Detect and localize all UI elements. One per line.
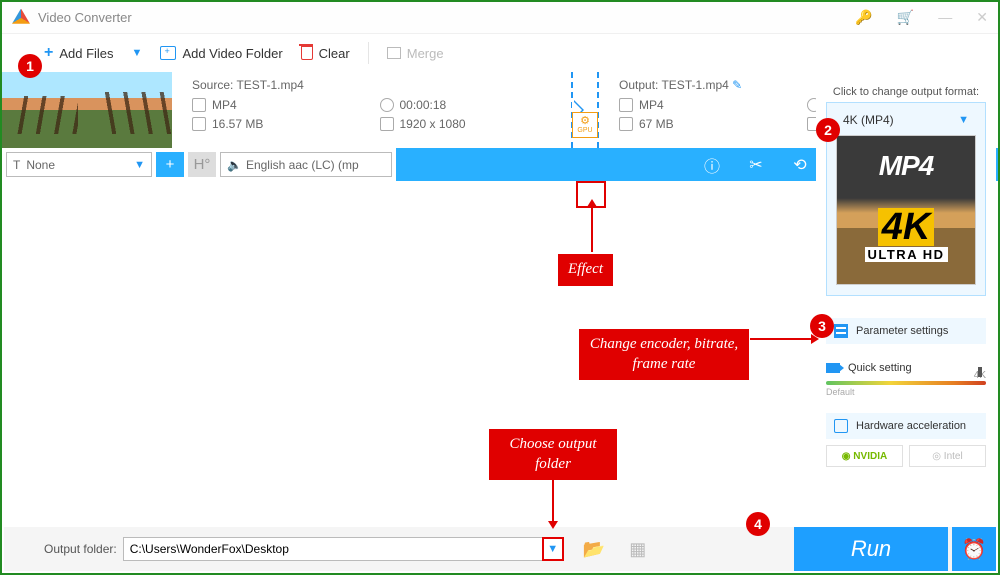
open-folder-icon[interactable]: ▦ — [624, 538, 652, 560]
merge-label: Merge — [407, 46, 444, 61]
audio-select[interactable]: 🔈 English aac (LC) (mp — [220, 152, 392, 177]
size-icon — [192, 117, 206, 131]
text-icon: T — [13, 158, 20, 172]
output-folder-input[interactable] — [123, 537, 543, 561]
add-folder-label: Add Video Folder — [182, 46, 282, 61]
annotation-marker-3: 3 — [810, 314, 834, 338]
video-thumbnail[interactable] — [2, 72, 172, 148]
merge-icon — [387, 47, 401, 59]
merge-button[interactable]: Merge — [387, 46, 444, 61]
add-files-button[interactable]: + Add Files ▼ — [44, 44, 142, 62]
chevron-down-icon: ▼ — [958, 114, 969, 126]
app-title: Video Converter — [38, 10, 132, 25]
format-icon — [192, 98, 206, 112]
schedule-icon[interactable]: ⏰ — [952, 527, 996, 571]
browse-folder-icon[interactable]: 📂 — [580, 538, 608, 560]
add-subtitle-button[interactable]: + — [156, 152, 184, 177]
arrow-output — [552, 476, 554, 522]
source-duration: 00:00:18 — [400, 98, 447, 112]
hardware-accel-toggle[interactable]: Hardware acceleration — [826, 413, 986, 439]
param-label: Parameter settings — [856, 325, 948, 337]
size-icon — [619, 117, 633, 131]
clear-label: Clear — [319, 46, 350, 61]
output-folder-dropdown[interactable]: ▼ — [542, 537, 564, 561]
slider-thumb[interactable] — [978, 367, 982, 377]
sliders-icon — [834, 324, 848, 338]
subtitle-value: None — [26, 158, 55, 172]
edit-output-icon[interactable]: ✎ — [732, 78, 742, 92]
output-header: Output: TEST-1.mp4 — [619, 78, 729, 92]
output-size: 67 MB — [639, 117, 674, 131]
callout-effect: Effect — [558, 254, 613, 286]
add-folder-button[interactable]: Add Video Folder — [160, 46, 282, 61]
callout-encoder: Change encoder, bitrate, frame rate — [579, 329, 749, 380]
nvidia-icon: ◉ — [842, 451, 851, 462]
close-icon[interactable]: ✕ — [976, 9, 988, 26]
chevron-down-icon: ▼ — [134, 159, 145, 171]
annotation-marker-2: 2 — [816, 118, 840, 142]
folder-plus-icon — [160, 46, 176, 60]
source-info: Source: TEST-1.mp4 MP4 00:00:18 16.57 MB… — [172, 72, 573, 148]
nvidia-chip[interactable]: ◉ NVIDIA — [826, 445, 903, 467]
source-resolution: 1920 x 1080 — [400, 117, 466, 131]
title-bar: Video Converter 🔑 🛒 — ✕ — [2, 2, 998, 34]
minimize-icon[interactable]: — — [938, 9, 952, 26]
format-preview: MP4 4K ULTRA HD — [836, 135, 976, 285]
app-logo-icon — [12, 9, 30, 27]
format-hint: Click to change output format: — [826, 86, 986, 98]
clock-icon — [380, 98, 394, 112]
key-icon[interactable]: 🔑 — [855, 9, 872, 26]
chip-icon — [834, 419, 848, 433]
run-button[interactable]: Run — [794, 527, 948, 571]
format-icon — [619, 98, 633, 112]
source-size: 16.57 MB — [212, 117, 263, 131]
speaker-icon: 🔈 — [227, 158, 242, 172]
arrow-effect — [591, 206, 593, 252]
output-folder-label: Output folder: — [44, 542, 117, 556]
plus-icon: + — [44, 44, 53, 62]
intel-chip[interactable]: ◎ Intel — [909, 445, 986, 467]
gpu-badge: GPU — [572, 112, 598, 138]
format-name: 4K (MP4) — [843, 113, 894, 127]
annotation-marker-4: 4 — [746, 512, 770, 536]
output-format-button[interactable]: 4K (MP4) ▼ MP4 4K ULTRA HD — [826, 102, 986, 296]
cart-icon[interactable]: 🛒 — [897, 9, 914, 26]
info-icon[interactable]: ⓘ — [690, 148, 734, 181]
subtitle-select[interactable]: T None ▼ — [6, 152, 152, 177]
toolbar-divider — [368, 42, 369, 64]
resolution-icon — [380, 117, 394, 131]
audio-value: English aac (LC) (mp — [246, 158, 359, 172]
add-files-label: Add Files — [59, 46, 113, 61]
source-header: Source: TEST-1.mp4 — [192, 78, 559, 92]
intel-icon: ◎ — [932, 451, 941, 462]
parameter-settings-button[interactable]: Parameter settings — [826, 318, 986, 344]
bottom-bar: Output folder: ▼ 📂 ▦ Run ⏰ — [4, 527, 996, 571]
cut-icon[interactable]: ✂ — [734, 148, 778, 181]
clear-button[interactable]: Clear — [301, 46, 350, 61]
quality-slider[interactable]: 4K Default — [826, 370, 986, 397]
hard-subtitle-button[interactable]: H° — [188, 152, 216, 177]
output-format: MP4 — [639, 98, 664, 112]
main-toolbar: + Add Files ▼ Add Video Folder Clear Mer… — [2, 34, 998, 72]
trash-icon — [301, 46, 313, 60]
chevron-down-icon: ▼ — [132, 47, 143, 59]
right-panel: Click to change output format: 4K (MP4) … — [816, 80, 996, 512]
arrow-encoder — [750, 338, 812, 340]
source-format: MP4 — [212, 98, 237, 112]
annotation-marker-1: 1 — [18, 54, 42, 78]
callout-output: Choose output folder — [489, 429, 617, 480]
